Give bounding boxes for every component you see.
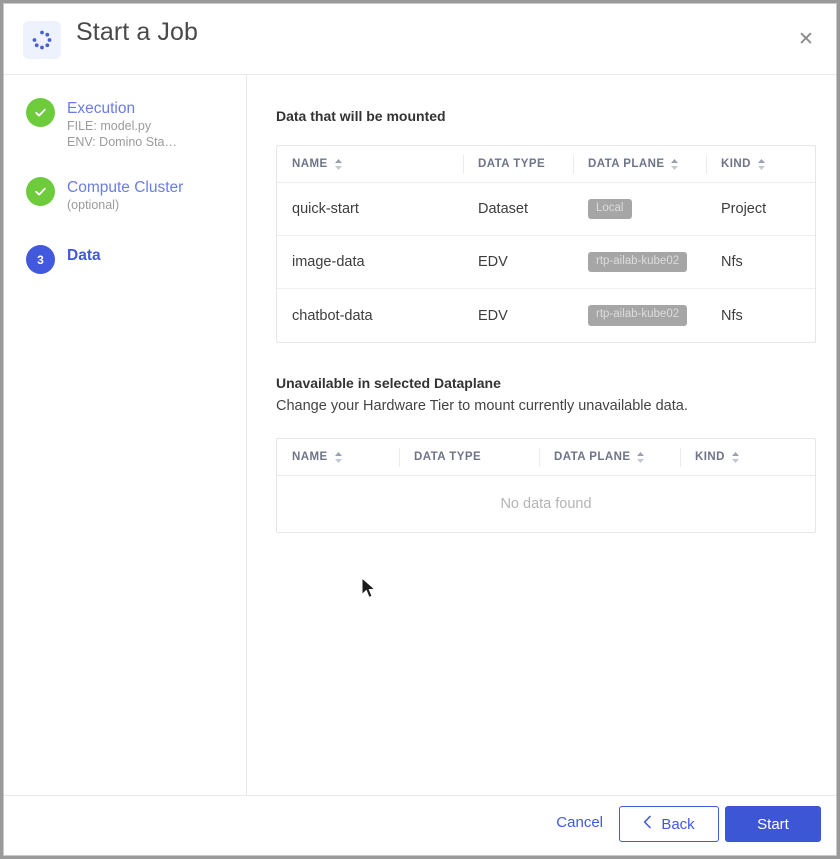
step-label: Execution	[67, 100, 136, 117]
empty-state-message: No data found	[500, 496, 592, 512]
data-plane-badge: Local	[588, 198, 632, 220]
close-icon[interactable]: ✕	[793, 26, 819, 52]
mounted-section-title: Data that will be mounted	[276, 108, 446, 124]
table-row[interactable]: image-data EDV rtp-ailab-kube02 Nfs	[277, 236, 815, 289]
cell-kind: Project	[721, 201, 767, 217]
sort-icon[interactable]	[334, 158, 343, 171]
content-pane: Data that will be mounted NAME DATA TYPE…	[247, 75, 836, 795]
cell-data-plane: rtp-ailab-kube02	[573, 236, 706, 289]
check-icon	[26, 177, 55, 206]
column-label: DATA PLANE	[554, 451, 631, 463]
cell-data-type: EDV	[478, 307, 508, 324]
unavailable-section-title: Unavailable in selected Dataplane	[276, 375, 501, 391]
column-label: NAME	[292, 451, 328, 463]
column-header-data-plane[interactable]: DATA PLANE	[539, 439, 680, 476]
start-button-label: Start	[757, 815, 789, 833]
cell-name: image-data	[292, 254, 365, 270]
column-header-name[interactable]: NAME	[277, 146, 463, 183]
cancel-button[interactable]: Cancel	[556, 814, 603, 831]
table-row[interactable]: chatbot-data EDV rtp-ailab-kube02 Nfs	[277, 289, 815, 342]
cell-data-type: Dataset	[478, 201, 528, 217]
step-label: Compute Cluster	[67, 179, 184, 196]
back-button-label: Back	[661, 815, 695, 833]
start-a-job-dialog: Start a Job ✕ Execution FILE: model.py E…	[3, 3, 837, 856]
column-label: DATA PLANE	[588, 158, 665, 170]
column-header-kind[interactable]: KIND	[680, 439, 815, 476]
column-label: KIND	[695, 451, 725, 463]
step-number: 3	[37, 252, 44, 267]
cell-name: chatbot-data	[292, 307, 373, 324]
dialog-header: Start a Job ✕	[4, 4, 836, 75]
column-label: NAME	[292, 158, 328, 170]
mounted-data-table: NAME DATA TYPE DATA PLANE KIND quick-sta…	[276, 145, 816, 343]
cell-name: quick-start	[292, 201, 359, 217]
cell-data-plane: Local	[573, 183, 706, 236]
step-subtitle-env: ENV: Domino Sta…	[67, 135, 177, 149]
sort-icon[interactable]	[731, 451, 740, 464]
data-plane-badge: rtp-ailab-kube02	[588, 305, 688, 326]
column-label: DATA TYPE	[414, 451, 482, 463]
step-label: Data	[67, 247, 101, 264]
column-header-name[interactable]: NAME	[277, 439, 399, 476]
unavailable-section-description: Change your Hardware Tier to mount curre…	[276, 398, 688, 414]
sort-icon[interactable]	[757, 158, 766, 171]
step-sidebar: Execution FILE: model.py ENV: Domino Sta…	[4, 75, 247, 795]
check-icon	[26, 98, 55, 127]
start-button[interactable]: Start	[725, 806, 821, 842]
unavailable-data-table: NAME DATA TYPE DATA PLANE KIND No data f…	[276, 438, 816, 533]
back-button[interactable]: Back	[619, 806, 719, 842]
data-plane-badge: rtp-ailab-kube02	[588, 251, 688, 273]
step-subtitle-optional: (optional)	[67, 198, 120, 212]
column-label: DATA TYPE	[478, 158, 546, 170]
table-header-row: NAME DATA TYPE DATA PLANE KIND	[277, 439, 815, 476]
column-header-data-plane[interactable]: DATA PLANE	[573, 146, 706, 183]
step-number-badge: 3	[26, 245, 55, 274]
cell-data-type: EDV	[478, 254, 508, 270]
sort-icon[interactable]	[636, 451, 645, 464]
spinner-dots-icon	[23, 21, 61, 59]
sidebar-item-data[interactable]: 3 Data	[26, 245, 236, 274]
column-header-data-type[interactable]: DATA TYPE	[399, 439, 539, 476]
sidebar-item-execution[interactable]: Execution FILE: model.py ENV: Domino Sta…	[26, 98, 236, 150]
cell-kind: Nfs	[721, 307, 743, 324]
sort-icon[interactable]	[334, 451, 343, 464]
sort-icon[interactable]	[670, 158, 679, 171]
column-label: KIND	[721, 158, 751, 170]
column-header-data-type[interactable]: DATA TYPE	[463, 146, 573, 183]
step-subtitle-file: FILE: model.py	[67, 119, 152, 133]
cell-kind: Nfs	[721, 254, 743, 270]
sidebar-item-compute-cluster[interactable]: Compute Cluster (optional)	[26, 177, 236, 213]
table-header-row: NAME DATA TYPE DATA PLANE KIND	[277, 146, 815, 183]
column-header-kind[interactable]: KIND	[706, 146, 815, 183]
chevron-left-icon	[643, 815, 652, 833]
dialog-body: Execution FILE: model.py ENV: Domino Sta…	[4, 75, 836, 795]
table-row[interactable]: quick-start Dataset Local Project	[277, 183, 815, 236]
dialog-footer: Cancel Back Start	[4, 795, 836, 855]
cell-data-plane: rtp-ailab-kube02	[573, 289, 706, 342]
page-title: Start a Job	[76, 18, 198, 46]
